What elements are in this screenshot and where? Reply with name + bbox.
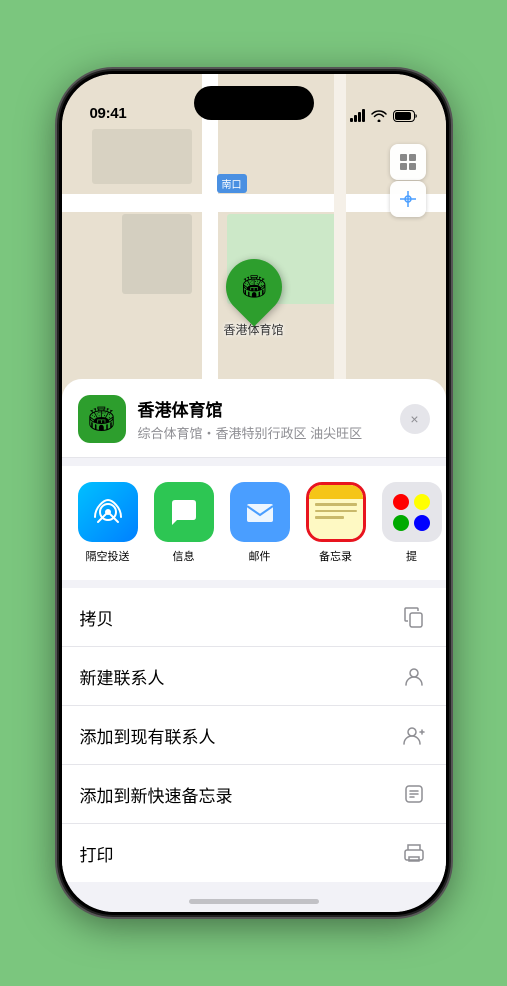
airdrop-icon (78, 482, 138, 542)
action-copy-label: 拷贝 (80, 605, 114, 630)
share-message[interactable]: 信息 (154, 482, 214, 564)
notes-icon-bg (309, 485, 363, 539)
map-type-button[interactable] (390, 144, 426, 180)
action-copy[interactable]: 拷贝 (62, 588, 446, 647)
location-button[interactable] (390, 181, 426, 217)
venue-subtitle: 综合体育馆・香港特别行政区 油尖旺区 (138, 423, 388, 442)
print-icon (400, 839, 428, 867)
share-more[interactable]: 提 (382, 482, 442, 564)
share-airdrop[interactable]: 隔空投送 (78, 482, 138, 564)
venue-marker[interactable]: 🏟 香港体育馆 (223, 259, 283, 338)
message-icon (154, 482, 214, 542)
action-new-contact-label: 新建联系人 (80, 664, 165, 689)
signal-icon (350, 110, 365, 122)
marker-pin: 🏟 (214, 247, 293, 326)
phone-frame: 09:41 (59, 71, 449, 915)
status-time: 09:41 (90, 105, 127, 122)
wifi-icon (371, 110, 387, 122)
note-icon (400, 780, 428, 808)
map-controls (390, 144, 426, 217)
notes-label: 备忘录 (319, 548, 352, 564)
action-new-contact[interactable]: 新建联系人 (62, 647, 446, 706)
status-icons (350, 110, 418, 122)
action-print[interactable]: 打印 (62, 824, 446, 882)
dynamic-island (194, 86, 314, 120)
action-print-label: 打印 (80, 841, 114, 866)
copy-icon (400, 603, 428, 631)
mail-icon (230, 482, 290, 542)
share-notes[interactable]: 备忘录 (306, 482, 366, 564)
venue-icon: 🏟 (78, 395, 126, 443)
venue-info: 香港体育馆 综合体育馆・香港特别行政区 油尖旺区 (138, 396, 388, 442)
person-add-icon (400, 721, 428, 749)
venue-name: 香港体育馆 (138, 396, 388, 421)
action-quick-note-label: 添加到新快速备忘录 (80, 782, 233, 807)
notes-icon-border (306, 482, 366, 542)
close-button[interactable]: × (400, 404, 430, 434)
action-list: 拷贝 新建联系人 (62, 588, 446, 882)
action-quick-note[interactable]: 添加到新快速备忘录 (62, 765, 446, 824)
share-row: 隔空投送 信息 (62, 466, 446, 580)
more-icon (382, 482, 442, 542)
share-mail[interactable]: 邮件 (230, 482, 290, 564)
map-label: 南口 (217, 174, 247, 193)
marker-icon: 🏟 (240, 274, 268, 300)
home-indicator (189, 899, 319, 904)
battery-icon (393, 110, 418, 122)
person-icon (400, 662, 428, 690)
airdrop-label: 隔空投送 (86, 548, 130, 564)
action-add-existing-label: 添加到现有联系人 (80, 723, 216, 748)
mail-label: 邮件 (249, 548, 271, 564)
message-label: 信息 (173, 548, 195, 564)
phone-screen: 09:41 (62, 74, 446, 912)
action-add-existing-contact[interactable]: 添加到现有联系人 (62, 706, 446, 765)
sheet-header: 🏟 香港体育馆 综合体育馆・香港特别行政区 油尖旺区 × (62, 379, 446, 458)
bottom-sheet: 🏟 香港体育馆 综合体育馆・香港特别行政区 油尖旺区 × (62, 379, 446, 912)
more-label: 提 (406, 548, 417, 564)
